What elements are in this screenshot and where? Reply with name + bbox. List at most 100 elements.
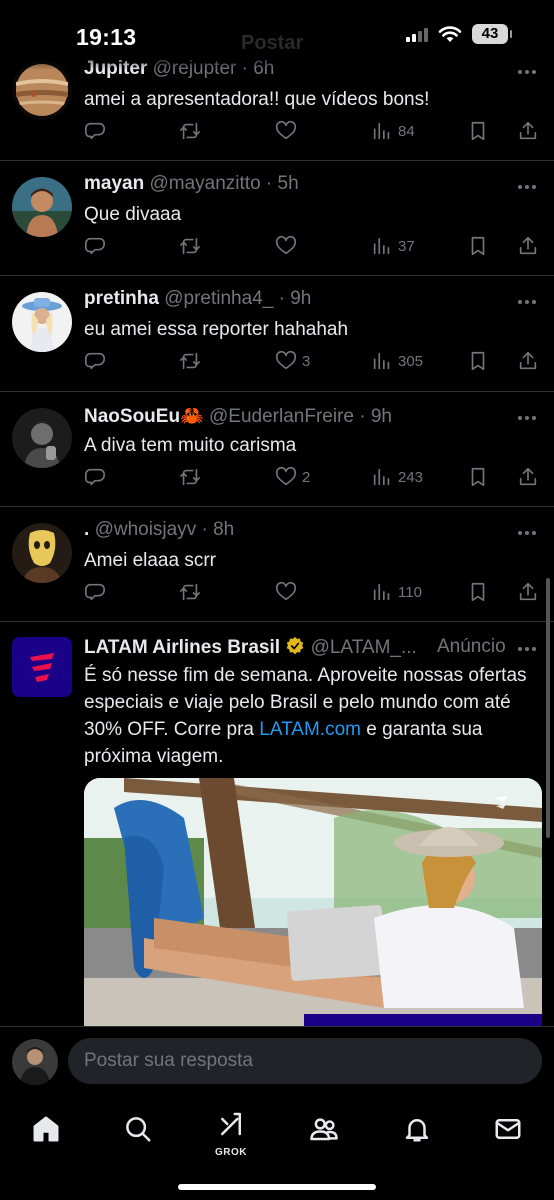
action-row: 110 [84, 581, 540, 605]
avatar[interactable] [12, 408, 72, 468]
tab-grok[interactable]: GROK [211, 1109, 251, 1158]
more-icon[interactable] [518, 531, 540, 537]
repost-button[interactable] [179, 466, 201, 488]
like-button[interactable]: 2 [275, 466, 310, 488]
reply-input[interactable] [68, 1038, 542, 1084]
handle-time: @pretinha4_ · 9h [164, 288, 312, 309]
more-icon[interactable] [518, 185, 540, 191]
wifi-icon [438, 26, 462, 42]
heart-icon [275, 120, 297, 140]
share-button[interactable] [517, 466, 539, 488]
cellular-signal-icon [406, 26, 428, 42]
home-icon [33, 1116, 59, 1142]
reply-button[interactable] [84, 120, 106, 142]
share-icon [519, 582, 537, 601]
ad-link[interactable]: LATAM.com [259, 719, 361, 740]
like-count: 2 [302, 468, 311, 486]
more-icon[interactable] [518, 647, 540, 653]
repost-icon [180, 352, 200, 370]
view-count: 37 [398, 237, 415, 255]
share-icon [519, 351, 537, 370]
reply-item[interactable]: NaoSouEu🦀 @EuderlanFreire · 9h A diva te… [0, 392, 554, 507]
views-button[interactable]: 305 [371, 350, 423, 372]
views-button[interactable]: 84 [371, 120, 415, 142]
reply-header: pretinha @pretinha4_ · 9h [84, 288, 311, 310]
scrollbar[interactable] [546, 578, 550, 838]
ad-label: Anúncio [437, 636, 506, 657]
user-avatar[interactable] [12, 1039, 58, 1085]
reply-header: mayan @mayanzitto · 5h [84, 173, 299, 195]
action-row: 37 [84, 235, 540, 259]
repost-button[interactable] [179, 350, 201, 372]
more-icon[interactable] [518, 70, 540, 76]
comment-icon [85, 122, 105, 140]
share-button[interactable] [517, 235, 539, 257]
ad-header: LATAM Airlines Brasil @LATAM_... [84, 636, 417, 659]
ad-image[interactable] [84, 778, 542, 1028]
analytics-icon [373, 122, 390, 140]
reply-button[interactable] [84, 350, 106, 372]
views-button[interactable]: 243 [371, 466, 423, 488]
like-button[interactable] [275, 235, 302, 257]
view-count: 243 [398, 468, 424, 486]
latam-logo[interactable] [12, 637, 72, 697]
display-name[interactable]: LATAM Airlines Brasil [84, 637, 280, 658]
avatar[interactable] [12, 177, 72, 237]
tab-search[interactable] [118, 1109, 158, 1149]
search-icon [126, 1117, 151, 1142]
bookmark-button[interactable] [467, 350, 489, 372]
like-button[interactable] [275, 120, 302, 142]
reply-text: Que divaaa [84, 204, 182, 225]
repost-button[interactable] [179, 235, 201, 257]
display-name[interactable]: . [84, 519, 89, 540]
bookmark-icon [471, 121, 485, 141]
reply-item[interactable]: pretinha @pretinha4_ · 9h eu amei essa r… [0, 276, 554, 392]
like-button[interactable]: 3 [275, 350, 310, 372]
repost-button[interactable] [179, 120, 201, 142]
tab-messages[interactable] [488, 1109, 528, 1149]
reply-item[interactable]: mayan @mayanzitto · 5h Que divaaa 37 [0, 161, 554, 276]
share-icon [519, 121, 537, 140]
share-button[interactable] [517, 581, 539, 603]
bell-icon [405, 1119, 429, 1142]
reply-button[interactable] [84, 581, 106, 603]
reply-feed[interactable]: Jupiter @rejupter · 6h amei a apresentad… [0, 48, 554, 622]
display-name[interactable]: mayan [84, 173, 144, 194]
grok-icon [221, 1112, 241, 1136]
tab-communities[interactable] [304, 1109, 344, 1149]
reply-text: amei a apresentadora!! que vídeos bons! [84, 89, 430, 110]
reply-button[interactable] [84, 235, 106, 257]
like-button[interactable] [275, 581, 302, 603]
display-name[interactable]: NaoSouEu🦀 [84, 406, 204, 427]
share-button[interactable] [517, 350, 539, 372]
mail-icon [495, 1119, 521, 1139]
bookmark-button[interactable] [467, 581, 489, 603]
tab-notifications[interactable] [397, 1109, 437, 1149]
repost-button[interactable] [179, 581, 201, 603]
heart-icon [275, 581, 297, 601]
share-button[interactable] [517, 120, 539, 142]
more-icon[interactable] [518, 416, 540, 422]
bookmark-button[interactable] [467, 235, 489, 257]
more-icon[interactable] [518, 300, 540, 306]
status-time: 19:13 [76, 24, 137, 50]
avatar[interactable] [12, 523, 72, 583]
status-bar: Postar 19:13 43 [0, 0, 554, 70]
bookmark-icon [471, 351, 485, 371]
bookmark-button[interactable] [467, 120, 489, 142]
display-name[interactable]: pretinha [84, 288, 159, 309]
bookmark-button[interactable] [467, 466, 489, 488]
heart-icon [275, 235, 297, 255]
bookmark-icon [471, 236, 485, 256]
tab-home[interactable] [26, 1109, 66, 1149]
share-icon [519, 236, 537, 255]
views-button[interactable]: 110 [371, 581, 422, 603]
heart-icon [275, 350, 297, 370]
reply-item[interactable]: . @whoisjayv · 8h Amei elaaa scrr 110 [0, 507, 554, 622]
reply-button[interactable] [84, 466, 106, 488]
analytics-icon [373, 468, 390, 486]
comment-icon [85, 237, 105, 255]
views-button[interactable]: 37 [371, 235, 415, 257]
reply-header: . @whoisjayv · 8h [84, 519, 234, 541]
avatar[interactable] [12, 292, 72, 352]
